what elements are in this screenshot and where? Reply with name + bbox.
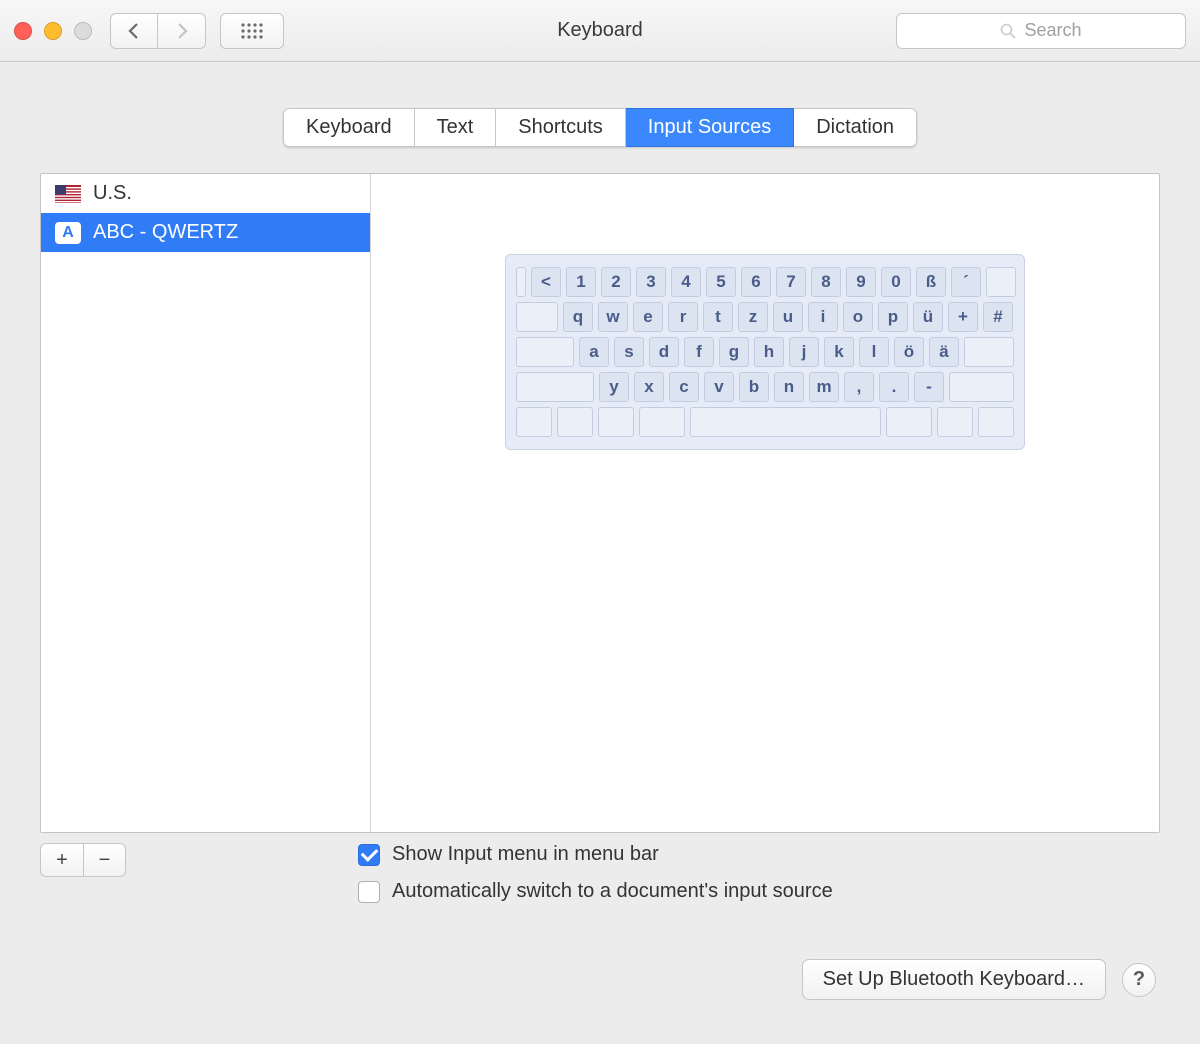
tab-bar: Keyboard Text Shortcuts Input Sources Di… bbox=[283, 108, 917, 147]
auto-switch-label: Automatically switch to a document's inp… bbox=[392, 880, 833, 903]
minimize-window-icon[interactable] bbox=[44, 22, 62, 40]
grid-icon bbox=[241, 23, 263, 39]
input-source-label: ABC - QWERTZ bbox=[93, 221, 238, 244]
list-controls-row: + − Show Input menu in menu bar Automati… bbox=[40, 843, 1160, 903]
show-input-menu-label: Show Input menu in menu bar bbox=[392, 843, 659, 866]
window-controls bbox=[14, 22, 92, 40]
key: i bbox=[808, 302, 838, 332]
key: g bbox=[719, 337, 749, 367]
key: 5 bbox=[706, 267, 736, 297]
key: ü bbox=[913, 302, 943, 332]
options-checkboxes: Show Input menu in menu bar Automaticall… bbox=[358, 843, 833, 903]
key: 0 bbox=[881, 267, 911, 297]
add-input-source-button[interactable]: + bbox=[41, 844, 83, 876]
key: z bbox=[738, 302, 768, 332]
key: d bbox=[649, 337, 679, 367]
preferences-content: Keyboard Text Shortcuts Input Sources Di… bbox=[0, 62, 1200, 1024]
bottom-row: Set Up Bluetooth Keyboard… ? bbox=[40, 959, 1160, 1000]
key: w bbox=[598, 302, 628, 332]
key: v bbox=[704, 372, 734, 402]
input-source-list[interactable]: U.S. A ABC - QWERTZ bbox=[41, 174, 371, 832]
add-remove-group: + − bbox=[40, 843, 126, 877]
key: 7 bbox=[776, 267, 806, 297]
key: < bbox=[531, 267, 561, 297]
show-input-menu-checkbox[interactable] bbox=[358, 844, 380, 866]
keyboard-preview: < 1 2 3 4 5 6 7 8 9 0 ß ´ bbox=[505, 254, 1025, 450]
tab-keyboard[interactable]: Keyboard bbox=[283, 108, 415, 147]
setup-bluetooth-keyboard-button[interactable]: Set Up Bluetooth Keyboard… bbox=[802, 959, 1106, 1000]
input-source-item-us[interactable]: U.S. bbox=[41, 174, 370, 213]
key: h bbox=[754, 337, 784, 367]
key: . bbox=[879, 372, 909, 402]
key: o bbox=[843, 302, 873, 332]
key: 2 bbox=[601, 267, 631, 297]
key: ä bbox=[929, 337, 959, 367]
nav-forward-button bbox=[158, 13, 206, 49]
key: 6 bbox=[741, 267, 771, 297]
show-all-button[interactable] bbox=[220, 13, 284, 49]
tab-input-sources[interactable]: Input Sources bbox=[626, 108, 794, 147]
key: + bbox=[948, 302, 978, 332]
input-source-item-abc-qwertz[interactable]: A ABC - QWERTZ bbox=[41, 213, 370, 252]
nav-back-forward bbox=[110, 13, 206, 49]
input-sources-pane: U.S. A ABC - QWERTZ < 1 2 3 4 5 6 7 bbox=[40, 173, 1160, 833]
key: , bbox=[844, 372, 874, 402]
show-input-menu-row[interactable]: Show Input menu in menu bar bbox=[358, 843, 833, 866]
key: 4 bbox=[671, 267, 701, 297]
abc-badge-icon: A bbox=[55, 222, 81, 244]
search-input[interactable]: Search bbox=[896, 13, 1186, 49]
key: b bbox=[739, 372, 769, 402]
key: q bbox=[563, 302, 593, 332]
key: 8 bbox=[811, 267, 841, 297]
key: 9 bbox=[846, 267, 876, 297]
key: y bbox=[599, 372, 629, 402]
key: 3 bbox=[636, 267, 666, 297]
search-placeholder: Search bbox=[1024, 20, 1081, 41]
key: - bbox=[914, 372, 944, 402]
tab-dictation[interactable]: Dictation bbox=[794, 108, 917, 147]
remove-input-source-button[interactable]: − bbox=[83, 844, 125, 876]
key: # bbox=[983, 302, 1013, 332]
key: j bbox=[789, 337, 819, 367]
key: t bbox=[703, 302, 733, 332]
key: k bbox=[824, 337, 854, 367]
us-flag-icon bbox=[55, 185, 81, 203]
key: m bbox=[809, 372, 839, 402]
key: u bbox=[773, 302, 803, 332]
tab-shortcuts[interactable]: Shortcuts bbox=[496, 108, 625, 147]
auto-switch-checkbox[interactable] bbox=[358, 881, 380, 903]
key: ß bbox=[916, 267, 946, 297]
key: ´ bbox=[951, 267, 981, 297]
input-source-label: U.S. bbox=[93, 182, 132, 205]
key: f bbox=[684, 337, 714, 367]
key: s bbox=[614, 337, 644, 367]
help-button[interactable]: ? bbox=[1122, 963, 1156, 997]
key: ö bbox=[894, 337, 924, 367]
key: r bbox=[668, 302, 698, 332]
nav-back-button[interactable] bbox=[110, 13, 158, 49]
key: l bbox=[859, 337, 889, 367]
key: a bbox=[579, 337, 609, 367]
keyboard-preview-pane: < 1 2 3 4 5 6 7 8 9 0 ß ´ bbox=[371, 174, 1159, 832]
titlebar: Keyboard Search bbox=[0, 0, 1200, 62]
key: p bbox=[878, 302, 908, 332]
close-window-icon[interactable] bbox=[14, 22, 32, 40]
tab-text[interactable]: Text bbox=[415, 108, 497, 147]
auto-switch-row[interactable]: Automatically switch to a document's inp… bbox=[358, 880, 833, 903]
key: e bbox=[633, 302, 663, 332]
search-icon bbox=[1000, 23, 1016, 39]
key: n bbox=[774, 372, 804, 402]
zoom-window-icon bbox=[74, 22, 92, 40]
key: c bbox=[669, 372, 699, 402]
key: 1 bbox=[566, 267, 596, 297]
key: x bbox=[634, 372, 664, 402]
